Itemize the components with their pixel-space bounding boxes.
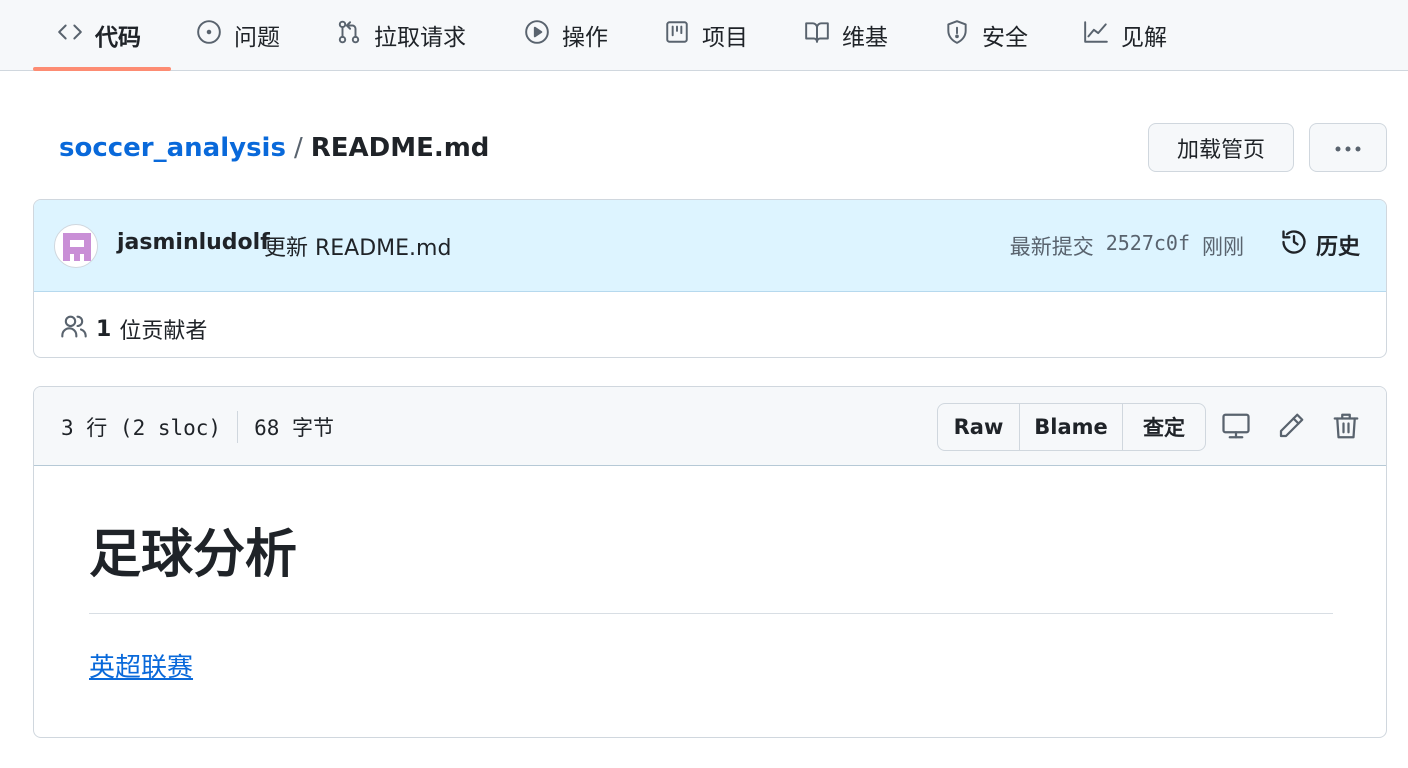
file-view-button-group: Raw Blame 查定	[937, 403, 1206, 451]
breadcrumb: soccer_analysis / README.md	[59, 128, 489, 168]
download-button[interactable]: 加载管页	[1148, 123, 1294, 172]
kebab-horizontal-icon	[1332, 135, 1364, 160]
active-tab-indicator	[33, 67, 171, 71]
people-icon	[60, 312, 88, 346]
tab-insights-label: 见解	[1121, 25, 1167, 51]
breadcrumb-separator: /	[293, 133, 303, 163]
commit-time: 刚刚	[1202, 235, 1244, 259]
tab-security[interactable]: 安全	[944, 0, 1028, 70]
graph-icon	[1083, 19, 1109, 51]
breadcrumb-file-name: README.md	[310, 133, 490, 163]
contributors-label: 位贡献者	[119, 319, 208, 344]
contributors[interactable]: 1 位贡献者	[60, 312, 207, 346]
pencil-icon[interactable]	[1276, 411, 1306, 441]
file-info: 3 行 (2 sloc) 68 字节	[61, 411, 334, 443]
tab-issues[interactable]: 问题	[196, 0, 280, 70]
pull-request-icon	[336, 19, 362, 51]
download-button-label: 加载管页	[1176, 137, 1265, 163]
tab-pull-requests[interactable]: 拉取请求	[336, 0, 466, 70]
readme-heading: 足球分析	[89, 525, 298, 585]
history-label: 历史	[1315, 235, 1360, 260]
tab-code[interactable]: 代码	[57, 0, 141, 70]
commit-author[interactable]: jasminludolf	[117, 230, 270, 255]
file-viewer: 3 行 (2 sloc) 68 字节 Raw Blame 查定 足球分析 英超联…	[33, 386, 1387, 738]
tab-issues-label: 问题	[234, 25, 280, 51]
file-lines-info: 3 行 (2 sloc)	[61, 416, 222, 440]
tab-projects-label: 项目	[702, 25, 748, 51]
raw-button[interactable]: Raw	[938, 404, 1020, 450]
tab-code-label: 代码	[95, 25, 141, 51]
commit-sha[interactable]: 2527c0f	[1106, 231, 1190, 261]
tab-actions[interactable]: 操作	[524, 0, 608, 70]
code-icon	[57, 19, 83, 51]
breadcrumb-repo-link[interactable]: soccer_analysis	[59, 133, 286, 163]
contributors-count: 1	[96, 316, 112, 342]
tab-insights[interactable]: 见解	[1083, 0, 1167, 70]
repo-nav: 代码 问题 拉取请求 操作 项目 维基 安全 见解	[0, 0, 1408, 71]
issue-icon	[196, 19, 222, 51]
check-button[interactable]: 查定	[1123, 404, 1205, 450]
file-header: 3 行 (2 sloc) 68 字节 Raw Blame 查定	[34, 387, 1386, 466]
tab-pull-requests-label: 拉取请求	[374, 25, 466, 51]
tab-wiki[interactable]: 维基	[804, 0, 888, 70]
play-icon	[524, 19, 550, 51]
file-size-info: 68 字节	[254, 416, 335, 440]
desktop-icon[interactable]	[1221, 411, 1251, 441]
tab-projects[interactable]: 项目	[664, 0, 748, 70]
history-button[interactable]: 历史	[1280, 228, 1360, 262]
tab-security-label: 安全	[982, 25, 1028, 51]
heading-divider	[89, 613, 1333, 614]
history-icon	[1280, 228, 1308, 262]
avatar[interactable]	[54, 224, 98, 268]
file-info-divider	[237, 411, 239, 443]
more-options-button[interactable]	[1309, 123, 1387, 172]
commit-meta: 最新提交 2527c0f 刚刚	[1010, 231, 1244, 261]
latest-commit-box: jasminludolf 更新 README.md 最新提交 2527c0f 刚…	[33, 199, 1387, 358]
project-icon	[664, 19, 690, 51]
commit-message[interactable]: 更新 README.md	[264, 230, 451, 262]
tab-actions-label: 操作	[562, 25, 608, 51]
book-icon	[804, 19, 830, 51]
trash-icon[interactable]	[1331, 411, 1361, 441]
tab-wiki-label: 维基	[842, 25, 888, 51]
blame-button[interactable]: Blame	[1020, 404, 1123, 450]
commit-header: jasminludolf 更新 README.md 最新提交 2527c0f 刚…	[34, 200, 1386, 292]
latest-commit-label: 最新提交	[1009, 235, 1094, 259]
readme-link[interactable]: 英超联赛	[89, 647, 193, 684]
shield-icon	[944, 19, 970, 51]
